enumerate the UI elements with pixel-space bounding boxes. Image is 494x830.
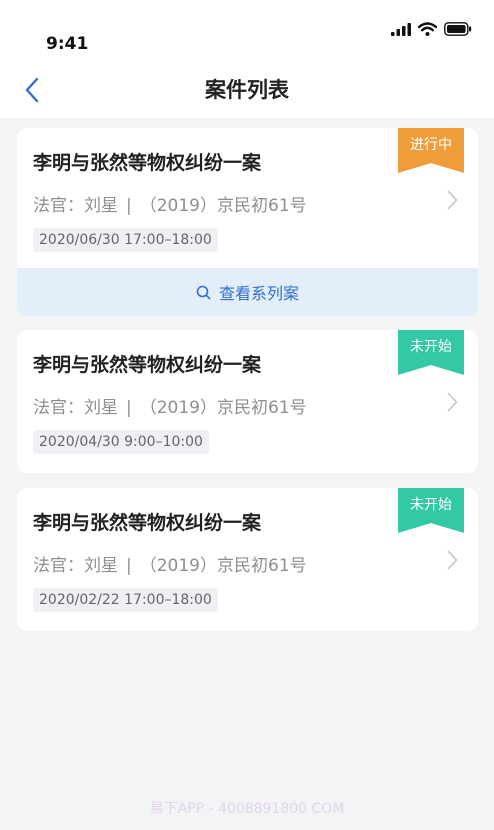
case-number: （2019）京民初61号	[139, 556, 307, 576]
status-badge: 进行中	[398, 128, 464, 173]
status-time: 9:41	[46, 34, 89, 54]
judge-label: 法官：刘星	[33, 398, 118, 418]
battery-icon	[444, 22, 472, 36]
case-title: 李明与张然等物权纠纷一案	[33, 512, 262, 534]
view-series-cases-button[interactable]: 查看系列案	[17, 268, 478, 316]
case-detail-arrow[interactable]	[447, 190, 458, 214]
case-datetime: 2020/02/22 17:00–18:00	[33, 588, 218, 612]
meta-separator: |	[126, 398, 132, 418]
page-title: 案件列表	[205, 78, 289, 102]
view-series-cases-label: 查看系列案	[218, 284, 299, 303]
case-card[interactable]: 李明与张然等物权纠纷一案 法官：刘星 | （2019）京民初61号 2020/02/…	[17, 488, 478, 631]
case-datetime: 2020/04/30 9:00–10:00	[33, 430, 209, 454]
case-number: （2019）京民初61号	[139, 196, 307, 216]
watermark: 易下APP - 4008891800 COM	[149, 801, 345, 817]
meta-separator: |	[126, 196, 132, 216]
signal-icon	[391, 22, 411, 36]
case-datetime: 2020/06/30 17:00–18:00	[33, 228, 218, 252]
chevron-right-icon	[447, 190, 458, 210]
case-detail-arrow[interactable]	[447, 550, 458, 574]
case-meta: 法官：刘星 | （2019）京民初61号	[33, 551, 307, 576]
nav-bar: 案件列表	[0, 62, 494, 118]
status-badge: 未开始	[398, 488, 464, 533]
search-icon	[196, 285, 211, 299]
status-icons	[391, 22, 472, 36]
chevron-right-icon	[447, 550, 458, 570]
case-detail-arrow[interactable]	[447, 392, 458, 416]
meta-separator: |	[126, 556, 132, 576]
header-area: 9:41 案件列表	[0, 0, 494, 118]
chevron-right-icon	[447, 392, 458, 412]
status-badge: 未开始	[398, 330, 464, 375]
judge-label: 法官：刘星	[33, 196, 118, 216]
case-title: 李明与张然等物权纠纷一案	[33, 354, 262, 376]
case-meta: 法官：刘星 | （2019）京民初61号	[33, 191, 307, 216]
status-bar: 9:41	[0, 0, 494, 62]
wifi-icon	[418, 22, 437, 36]
case-number: （2019）京民初61号	[139, 398, 307, 418]
judge-label: 法官：刘星	[33, 556, 118, 576]
case-card[interactable]: 李明与张然等物权纠纷一案 法官：刘星 | （2019）京民初61号 2020/04/…	[17, 330, 478, 473]
case-card[interactable]: 李明与张然等物权纠纷一案 法官：刘星 | （2019）京民初61号 2020/06/…	[17, 128, 478, 316]
case-meta: 法官：刘星 | （2019）京民初61号	[33, 393, 307, 418]
case-title: 李明与张然等物权纠纷一案	[33, 152, 262, 174]
